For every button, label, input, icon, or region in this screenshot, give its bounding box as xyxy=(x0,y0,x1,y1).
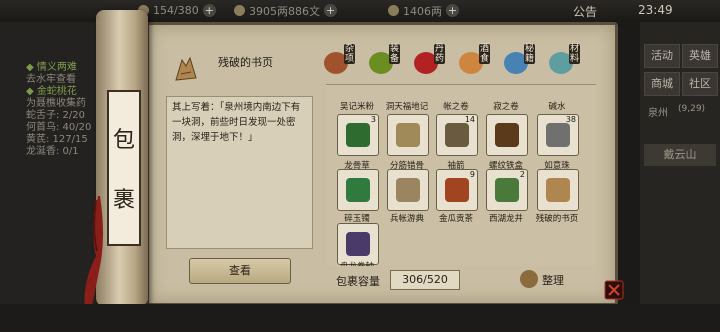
shop-button[interactable]: 商城 xyxy=(644,72,680,96)
inventory-slot[interactable]: 38 xyxy=(537,114,579,156)
gold-icon xyxy=(388,5,399,16)
item-count: 14 xyxy=(464,115,475,124)
item-icon xyxy=(546,123,570,147)
bag-title-char-2: 裹 xyxy=(112,188,135,213)
capacity-label: 包裹容量 xyxy=(336,275,380,288)
inventory-slot[interactable]: 3 xyxy=(337,114,379,156)
item-count: 38 xyxy=(565,115,576,124)
item-label: 碱水 xyxy=(548,102,566,112)
tab-label: 丹药 xyxy=(434,44,445,64)
sort-button[interactable]: 整理 xyxy=(520,268,590,290)
bottom-bar xyxy=(0,304,720,332)
notice-button[interactable]: 公告 xyxy=(573,3,597,20)
item-label: 西湖龙井 xyxy=(488,214,523,224)
capacity-value: 306/520 xyxy=(390,270,460,290)
item-description: 其上写着：「泉州境内南边下有一块洞，前些时日发现一处密洞，深埋于地下！」 xyxy=(172,102,301,143)
item-count: 9 xyxy=(469,170,475,179)
item-icon xyxy=(546,178,570,202)
gold-value: 1406两 xyxy=(403,4,442,18)
bag-title: 包 裹 xyxy=(107,90,141,246)
inventory-slot[interactable] xyxy=(387,114,429,156)
inventory-slot[interactable] xyxy=(486,114,528,156)
item-grid-inner: 吴记米粉 洞天福地记 帐之卷 寂之卷 碱水 3 龙骨草 分筋错骨 14 袖箭 螺纹铁盒 38 如意珠 碎玉… xyxy=(326,85,596,266)
tab-category[interactable]: 装备 xyxy=(367,44,405,78)
torn-page-icon xyxy=(175,56,197,81)
inventory-slot[interactable] xyxy=(537,169,579,211)
item-icon xyxy=(346,232,370,256)
item-count: 2 xyxy=(519,170,525,179)
inventory-slot[interactable] xyxy=(337,223,379,265)
item-icon xyxy=(346,123,370,147)
item-label: 盘龙卷轴 xyxy=(330,260,384,266)
tab-label: 装备 xyxy=(389,44,400,64)
right-side-menu: 活动 商城 英雄 社区 泉州 (9,29) 戴云山 帮 xyxy=(640,22,720,332)
clock: 23:49 xyxy=(638,3,673,17)
item-icon xyxy=(445,123,469,147)
item-label: 寂之卷 xyxy=(493,102,519,112)
money-icon xyxy=(234,5,245,16)
item-icon xyxy=(445,178,469,202)
item-label: 洞天福地记 xyxy=(385,102,429,112)
stamina-add-button[interactable]: + xyxy=(202,4,216,17)
tab-category[interactable]: 丹药 xyxy=(412,44,450,78)
item-grid[interactable]: 吴记米粉 洞天福地记 帐之卷 寂之卷 碱水 3 龙骨草 分筋错骨 14 袖箭 螺纹铁盒 38 如意珠 碎玉… xyxy=(326,84,596,266)
stamina-value: 154/380 xyxy=(153,4,199,17)
location-coords: (9,29) xyxy=(678,104,706,114)
activity-button[interactable]: 活动 xyxy=(644,44,680,68)
tab-label: 材料 xyxy=(569,44,580,64)
bag-title-char-1: 包 xyxy=(112,128,135,153)
gold-resource: 1406两 + xyxy=(388,3,459,18)
community-button[interactable]: 社区 xyxy=(682,72,718,96)
tab-category[interactable]: 酒食 xyxy=(457,44,495,78)
hero-button[interactable]: 英雄 xyxy=(682,44,718,68)
selected-item-header: 残破的书页 xyxy=(168,48,318,90)
tab-label: 杂项 xyxy=(344,44,355,64)
tab-label: 酒食 xyxy=(479,44,490,64)
item-label: 残破的书页 xyxy=(535,214,579,224)
item-label: 帐之卷 xyxy=(443,102,469,112)
tab-category[interactable]: 材料 xyxy=(547,44,585,78)
stamina-resource: 154/380 + xyxy=(138,3,216,18)
gold-add-button[interactable]: + xyxy=(446,4,459,17)
nearby-location[interactable]: 戴云山 xyxy=(644,144,716,166)
money-resource: 3905两886文 + xyxy=(234,3,337,18)
inventory-slot[interactable] xyxy=(337,169,379,211)
item-icon xyxy=(495,123,519,147)
money-add-button[interactable]: + xyxy=(324,4,337,17)
item-label: 金瓜贡茶 xyxy=(438,214,473,224)
tab-label: 秘籍 xyxy=(524,44,535,64)
inventory-slot[interactable]: 14 xyxy=(436,114,478,156)
inventory-slot[interactable]: 9 xyxy=(436,169,478,211)
selected-item-name: 残破的书页 xyxy=(218,56,273,69)
quest-line: 龙涎香: 0/1 xyxy=(26,146,79,157)
close-seal-icon[interactable] xyxy=(604,280,624,300)
inventory-slot[interactable]: 2 xyxy=(486,169,528,211)
tab-category[interactable]: 杂项 xyxy=(322,44,360,78)
view-button[interactable]: 查看 xyxy=(189,258,291,284)
money-bag-icon xyxy=(520,270,538,288)
item-label: 兵帐游典 xyxy=(389,214,424,224)
item-icon xyxy=(495,178,519,202)
item-count: 3 xyxy=(370,115,376,124)
item-icon xyxy=(346,178,370,202)
item-icon xyxy=(396,123,420,147)
item-icon xyxy=(396,178,420,202)
item-label: 吴记米粉 xyxy=(339,102,374,112)
sort-button-label: 整理 xyxy=(542,274,564,287)
location-name: 泉州 xyxy=(648,108,668,119)
inventory-slot[interactable] xyxy=(387,169,429,211)
money-value: 3905两886文 xyxy=(249,4,320,18)
tab-category[interactable]: 秘籍 xyxy=(502,44,540,78)
